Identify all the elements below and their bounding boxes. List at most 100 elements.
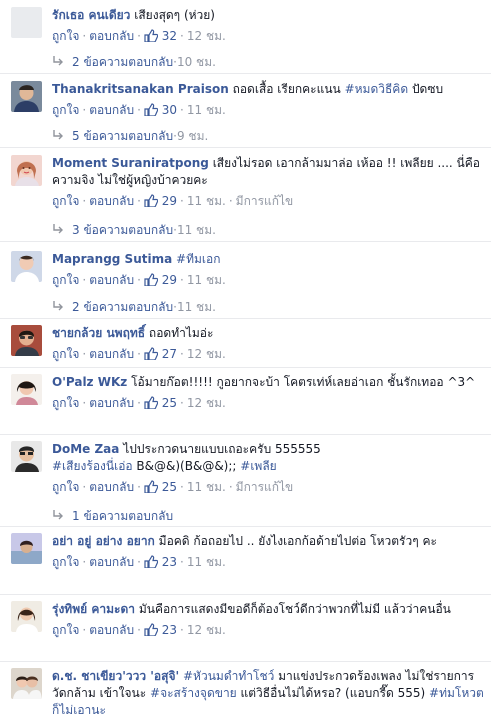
separator: · — [82, 273, 87, 287]
timestamp[interactable]: 12 ชม. — [187, 396, 226, 410]
commenter-name[interactable]: ด.ช. ชาเขียว'ววว 'อสุจิ' — [52, 669, 179, 683]
reply-timestamp: 11 ชม. — [176, 223, 216, 237]
divider — [0, 318, 491, 319]
hashtag-link[interactable]: #เสียงร้องนี่เอ่อ — [52, 459, 133, 473]
separator: · — [137, 273, 141, 287]
timestamp[interactable]: 12 ชม. — [187, 29, 226, 43]
hashtag-link[interactable]: #หมดวิธีคิด — [345, 82, 409, 96]
reply-link[interactable]: ตอบกลับ — [89, 347, 134, 361]
replies-count[interactable]: 2 ข้อความตอบกลับ — [72, 300, 173, 314]
like-link[interactable]: ถูกใจ — [52, 29, 79, 43]
avatar[interactable] — [11, 251, 42, 282]
reply-link[interactable]: ตอบกลับ — [89, 103, 134, 117]
reply-link[interactable]: ตอบกลับ — [89, 273, 134, 287]
commenter-name[interactable]: อย่า อยู่ อย่าง อยาก — [52, 534, 155, 548]
commenter-name[interactable]: O'Palz WKz — [52, 375, 127, 389]
comment-text: ถอดเสื้อ เรียกคะแนน — [232, 82, 345, 96]
comment-text-tail: B&@&)(B&@&);; — [132, 459, 241, 473]
divider — [0, 73, 491, 74]
commenter-name[interactable]: ชายกล้วย นพฤทธิ์ — [52, 326, 145, 340]
like-link[interactable]: ถูกใจ — [52, 347, 79, 361]
like-link[interactable]: ถูกใจ — [52, 555, 79, 569]
view-replies-link[interactable]: 2 ข้อความตอบกลับ·10 ชม. — [52, 54, 216, 71]
avatar[interactable] — [11, 668, 42, 699]
like-link[interactable]: ถูกใจ — [52, 480, 79, 494]
like-link[interactable]: ถูกใจ — [52, 623, 79, 637]
like-count[interactable]: 23 — [162, 555, 177, 569]
separator: · — [82, 103, 87, 117]
timestamp[interactable]: 11 ชม. — [187, 480, 226, 494]
avatar[interactable] — [11, 441, 42, 472]
thumbs-up-icon — [144, 623, 158, 636]
like-link[interactable]: ถูกใจ — [52, 273, 79, 287]
like-count[interactable]: 23 — [162, 623, 177, 637]
reply-link[interactable]: ตอบกลับ — [89, 480, 134, 494]
timestamp[interactable]: 11 ชม. — [187, 103, 226, 117]
view-replies-link[interactable]: 3 ข้อความตอบกลับ·11 ชม. — [52, 222, 216, 239]
reply-arrow-icon — [52, 300, 64, 312]
like-link[interactable]: ถูกใจ — [52, 194, 79, 208]
reply-timestamp: 9 ชม. — [176, 129, 209, 143]
view-replies-link[interactable]: 2 ข้อความตอบกลับ·11 ชม. — [52, 299, 216, 316]
separator: · — [180, 623, 184, 637]
separator: · — [180, 29, 184, 43]
avatar[interactable] — [11, 533, 42, 564]
like-count[interactable]: 29 — [162, 273, 177, 287]
commenter-name[interactable]: Maprangg Sutima — [52, 252, 172, 266]
thumbs-up-icon — [144, 194, 158, 207]
timestamp[interactable]: 12 ชม. — [187, 623, 226, 637]
commenter-name[interactable]: Thanakritsanakan Praison — [52, 82, 229, 96]
like-count[interactable]: 30 — [162, 103, 177, 117]
like-count[interactable]: 27 — [162, 347, 177, 361]
reply-link[interactable]: ตอบกลับ — [89, 29, 134, 43]
like-count[interactable]: 29 — [162, 194, 177, 208]
like-link[interactable]: ถูกใจ — [52, 396, 79, 410]
like-count[interactable]: 25 — [162, 480, 177, 494]
divider — [0, 594, 491, 595]
view-replies-link[interactable]: 5 ข้อความตอบกลับ·9 ชม. — [52, 128, 208, 145]
reply-link[interactable]: ตอบกลับ — [89, 555, 134, 569]
replies-count[interactable]: 1 ข้อความตอบกลับ — [72, 509, 173, 523]
replies-count[interactable]: 5 ข้อความตอบกลับ — [72, 129, 173, 143]
reply-link[interactable]: ตอบกลับ — [89, 623, 134, 637]
avatar[interactable] — [11, 155, 42, 186]
like-link[interactable]: ถูกใจ — [52, 103, 79, 117]
separator: · — [180, 103, 184, 117]
hashtag-link[interactable]: #จะสร้างจุดขาย — [150, 686, 237, 700]
commenter-name[interactable]: รักเธอ คนเดียว — [52, 8, 130, 22]
edited-label[interactable]: มีการแก้ไข — [236, 480, 294, 494]
hashtag-link[interactable]: #ทีมเอก — [176, 252, 220, 266]
view-replies-link[interactable]: 1 ข้อความตอบกลับ — [52, 508, 173, 525]
comment-text: ไปประกวดนายแบบเถอะครับ 555555 — [123, 442, 321, 456]
separator: · — [82, 396, 87, 410]
comment-text-tail: ปัดซบ — [408, 82, 444, 96]
timestamp[interactable]: 11 ชม. — [187, 555, 226, 569]
avatar[interactable] — [11, 601, 42, 632]
divider — [0, 661, 491, 662]
replies-count[interactable]: 2 ข้อความตอบกลับ — [72, 55, 173, 69]
avatar[interactable] — [11, 7, 42, 38]
hashtag-link[interactable]: #หัวนมดำทำโชว์ — [183, 669, 274, 683]
timestamp[interactable]: 11 ชม. — [187, 194, 226, 208]
edited-label[interactable]: มีการแก้ไข — [236, 194, 294, 208]
hashtag-link[interactable]: #เพลีย — [240, 459, 276, 473]
avatar[interactable] — [11, 374, 42, 405]
separator: · — [82, 480, 87, 494]
like-count[interactable]: 25 — [162, 396, 177, 410]
like-count[interactable]: 32 — [162, 29, 177, 43]
comment-text: มันคือการแสดงมีขอดีก็ต้องโชว์ดีกว่าพวกที… — [138, 602, 451, 616]
timestamp[interactable]: 12 ชม. — [187, 347, 226, 361]
commenter-name[interactable]: DoMe Zaa — [52, 442, 119, 456]
reply-link[interactable]: ตอบกลับ — [89, 194, 134, 208]
avatar[interactable] — [11, 81, 42, 112]
avatar[interactable] — [11, 325, 42, 356]
comment-text: เสียงสุดๆ (ห่วย) — [134, 8, 215, 22]
commenter-name[interactable]: รุ่งทิพย์ คามะดา — [52, 602, 135, 616]
replies-count[interactable]: 3 ข้อความตอบกลับ — [72, 223, 173, 237]
reply-link[interactable]: ตอบกลับ — [89, 396, 134, 410]
commenter-name[interactable]: Moment Suraniratpong — [52, 156, 209, 170]
separator: · — [180, 555, 184, 569]
thumbs-up-icon — [144, 396, 158, 409]
reply-arrow-icon — [52, 223, 64, 235]
timestamp[interactable]: 11 ชม. — [187, 273, 226, 287]
